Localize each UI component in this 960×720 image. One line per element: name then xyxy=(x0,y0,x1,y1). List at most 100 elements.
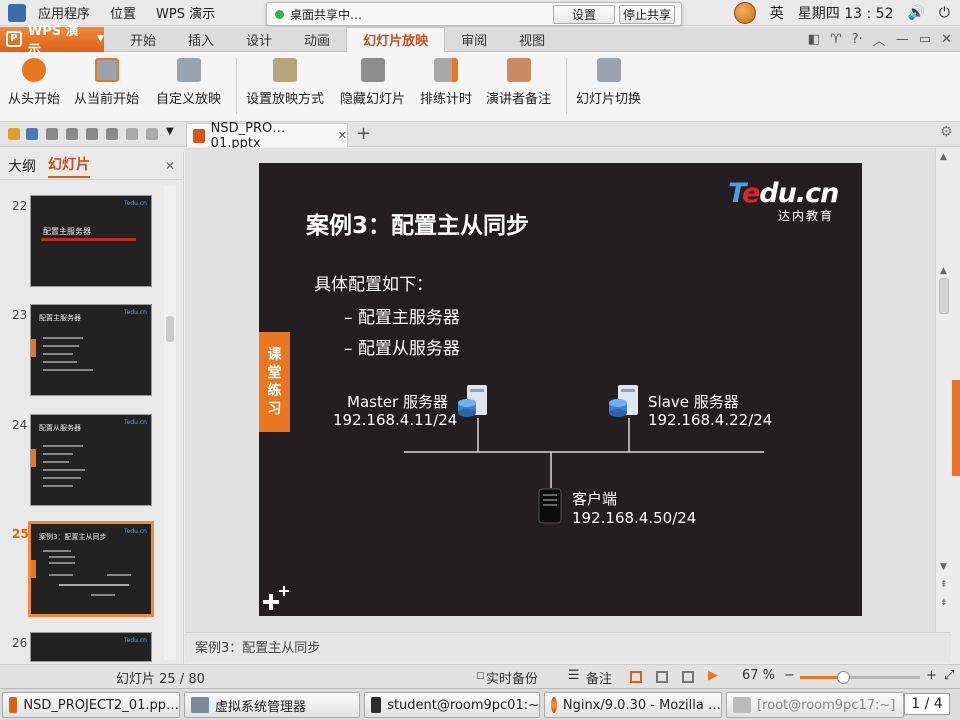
taskbar-item-label: [root@room9pc17:~] xyxy=(757,697,896,713)
play-from-current-button[interactable]: 从当前开始 xyxy=(74,58,139,107)
share-settings-button[interactable]: 设置 xyxy=(553,5,615,24)
scroll-down-icon[interactable]: ▼ xyxy=(940,562,947,572)
notes-toggle[interactable]: 备注 xyxy=(586,668,612,687)
tab-home[interactable]: 开始 xyxy=(114,27,172,52)
slide-thumbnail[interactable]: Tedu.cn 配置从服务器 xyxy=(30,414,152,506)
thumb-number: 26 xyxy=(12,636,28,650)
app-menu-icon[interactable] xyxy=(8,3,26,22)
speaker-notes[interactable]: 案例3：配置主从同步 xyxy=(185,632,951,662)
zoom-in-icon[interactable]: + xyxy=(926,668,937,683)
tab-animation[interactable]: 动画 xyxy=(288,27,346,52)
setup-show-button[interactable]: 设置放映方式 xyxy=(246,58,324,107)
zoom-slider-knob[interactable] xyxy=(837,671,851,684)
quick-access-bar: ▼ + ⚙ xyxy=(0,122,960,147)
redo-icon[interactable] xyxy=(146,128,158,140)
format-painter-icon[interactable] xyxy=(106,128,118,140)
fit-window-icon[interactable]: ⤢ xyxy=(944,668,954,683)
tab-menu-icon[interactable]: ⚙ xyxy=(940,124,953,140)
taskbar-item-wps[interactable]: NSD_PROJECT2_01.pp… xyxy=(2,692,180,718)
chevron-down-icon[interactable]: ▼ xyxy=(166,126,174,137)
thumb-line xyxy=(59,584,129,586)
desktop-share-bar: 桌面共享中… 设置 停止共享 xyxy=(266,2,682,26)
slide-thumbnail[interactable]: Tedu.cn 配置主服务器 xyxy=(30,304,152,396)
zoom-out-icon[interactable]: − xyxy=(784,668,795,683)
skin-icon[interactable]: ◧ xyxy=(808,32,820,47)
add-icon[interactable] xyxy=(263,586,289,610)
tab-outline[interactable]: 大纲 xyxy=(8,156,36,176)
power-icon[interactable]: ⏻ xyxy=(939,5,950,21)
user-avatar-icon[interactable] xyxy=(733,2,756,24)
thumb-line xyxy=(49,574,73,576)
print-preview-icon[interactable] xyxy=(46,128,58,140)
clock[interactable]: 星期四 13 : 52 xyxy=(798,3,894,23)
print-icon[interactable] xyxy=(66,128,78,140)
tab-view[interactable]: 视图 xyxy=(503,27,561,52)
thumb-line xyxy=(43,477,81,479)
workspace-pager[interactable]: 1 / 4 xyxy=(904,693,950,715)
scroll-up-icon[interactable]: ▲ xyxy=(940,266,947,276)
slide-thumbnail[interactable]: Tedu.cn xyxy=(30,632,152,662)
help-icon[interactable]: ?· xyxy=(852,32,863,47)
scrollbar-handle[interactable] xyxy=(939,278,949,314)
scrollbar-handle[interactable] xyxy=(166,316,174,342)
shirt-icon[interactable]: ♈ xyxy=(830,32,842,47)
notes-toggle-icon[interactable]: ☰ xyxy=(568,668,580,683)
side-panel-toggle[interactable] xyxy=(952,380,960,476)
wps-app-icon xyxy=(9,697,18,713)
document-tab-title: NSD_PRO…01.pptx xyxy=(210,120,286,151)
taskbar-item-label: Nginx/9.0.30 - Mozilla … xyxy=(562,697,721,713)
reading-view-icon[interactable] xyxy=(682,671,694,683)
backup-checkbox-icon[interactable]: ▢ xyxy=(476,671,485,681)
hide-slide-button[interactable]: 隐藏幻灯片 xyxy=(340,58,405,107)
minimize-icon[interactable]: — xyxy=(896,32,909,47)
scroll-up-icon[interactable]: ▲ xyxy=(940,152,947,162)
menu-wps[interactable]: WPS 演示 xyxy=(148,3,223,22)
normal-view-icon[interactable] xyxy=(630,671,642,683)
volume-icon[interactable]: 🔊 xyxy=(907,5,924,21)
export-icon[interactable] xyxy=(86,128,98,140)
share-stop-button[interactable]: 停止共享 xyxy=(619,5,675,24)
slide-transition-button[interactable]: 幻灯片切换 xyxy=(576,58,641,107)
taskbar-item-firefox[interactable]: Nginx/9.0.30 - Mozilla … xyxy=(544,692,722,718)
slide-thumbnail[interactable]: Tedu.cn 配置主服务器 xyxy=(30,195,152,287)
next-slide-icon[interactable]: ⇟ xyxy=(940,598,948,608)
taskbar-item-terminal[interactable]: student@room9pc01:~ xyxy=(364,692,540,718)
sorter-view-icon[interactable] xyxy=(656,671,668,683)
wps-menu-button[interactable]: P WPS 演示 ▼ xyxy=(0,24,104,58)
presenter-icon xyxy=(506,58,531,82)
save-icon[interactable] xyxy=(26,128,38,140)
slideshow-view-icon[interactable]: ▶ xyxy=(708,668,718,683)
realtime-backup[interactable]: 实时备份 xyxy=(486,668,538,687)
thumb-line xyxy=(43,469,85,471)
taskbar-item-label: student@room9pc01:~ xyxy=(387,697,539,713)
editor-scrollbar[interactable]: ▲ ▲ ▼ ⇞ ⇟ xyxy=(935,148,952,632)
open-icon[interactable] xyxy=(8,128,20,140)
new-tab-icon[interactable]: + xyxy=(356,123,371,144)
zoom-slider[interactable] xyxy=(800,671,920,684)
play-from-start-button[interactable]: 从头开始 xyxy=(8,58,60,107)
tab-design[interactable]: 设计 xyxy=(230,27,288,52)
input-method-indicator[interactable]: 英 xyxy=(770,3,784,23)
taskbar-item-virt-manager[interactable]: 虚拟系统管理器 xyxy=(184,692,360,718)
prev-slide-icon[interactable]: ⇞ xyxy=(940,580,948,590)
tab-insert[interactable]: 插入 xyxy=(172,27,230,52)
master-ip: 192.168.4.11/24 xyxy=(333,411,458,429)
collapse-ribbon-icon[interactable]: ︿ xyxy=(873,30,886,49)
thumbnail-scrollbar[interactable] xyxy=(164,186,176,660)
tab-review[interactable]: 审阅 xyxy=(445,27,503,52)
taskbar-item-root-terminal[interactable]: [root@room9pc17:~] xyxy=(726,692,904,718)
thumb-line xyxy=(43,550,71,552)
presenter-notes-button[interactable]: 演讲者备注 xyxy=(486,58,551,107)
tab-slideshow[interactable]: 幻灯片放映 xyxy=(346,26,446,52)
restore-icon[interactable]: ▭ xyxy=(919,32,931,47)
document-tab[interactable]: NSD_PRO…01.pptx ✕ xyxy=(186,121,348,151)
custom-show-button[interactable]: 自定义放映 xyxy=(156,58,221,107)
close-tab-icon[interactable]: ✕ xyxy=(338,129,347,142)
close-panel-icon[interactable]: ✕ xyxy=(165,159,175,173)
close-icon[interactable]: ✕ xyxy=(941,32,952,47)
undo-icon[interactable] xyxy=(126,128,138,140)
rehearse-timing-button[interactable]: 排练计时 xyxy=(420,58,472,107)
menu-places[interactable]: 位置 xyxy=(102,3,144,22)
tab-slides[interactable]: 幻灯片 xyxy=(48,154,90,178)
slide-thumbnail-selected[interactable]: Tedu.cn 案例3：配置主从同步 xyxy=(28,521,154,617)
